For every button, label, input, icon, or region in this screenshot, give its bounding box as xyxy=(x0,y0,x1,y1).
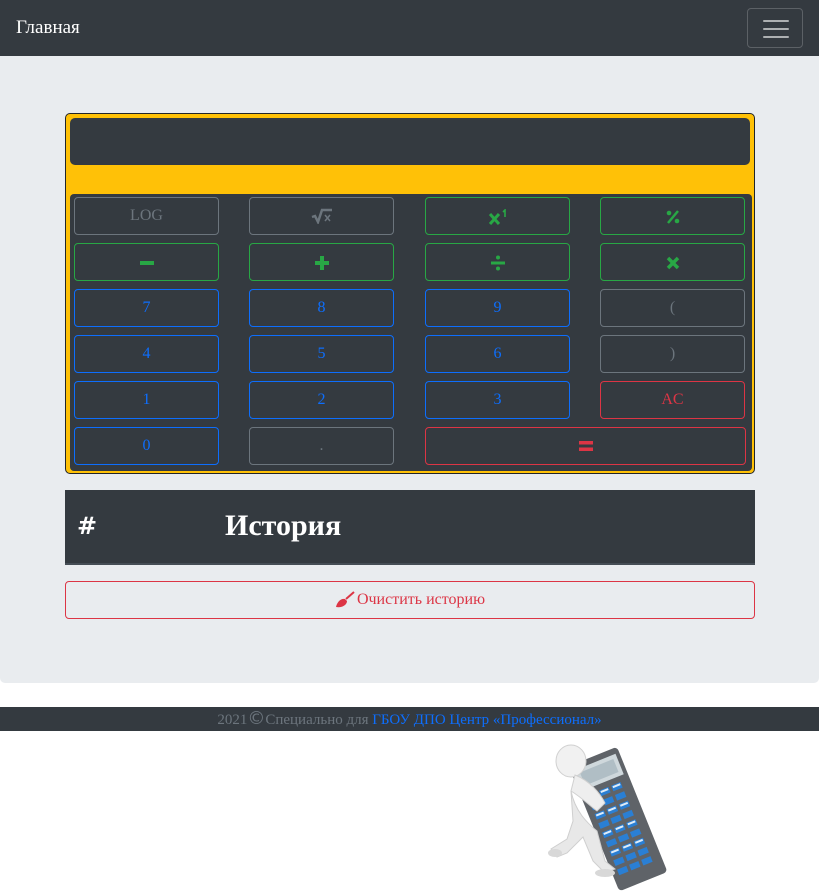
calculator-display xyxy=(70,118,750,165)
equals-icon xyxy=(578,441,593,451)
broom-icon xyxy=(335,591,355,608)
digit-7-button[interactable]: 7 xyxy=(74,289,219,327)
divide-button[interactable] xyxy=(425,243,570,281)
person-carrying-calculator-icon xyxy=(548,744,667,891)
history-table-header: # История xyxy=(65,490,755,565)
plus-icon xyxy=(314,255,329,270)
sqrt-button[interactable] xyxy=(249,197,394,235)
hamburger-icon-line xyxy=(763,28,789,30)
decimal-point-button[interactable]: . xyxy=(249,427,394,465)
digit-0-button[interactable]: 0 xyxy=(74,427,219,465)
digit-3-button[interactable]: 3 xyxy=(425,381,570,419)
calculator-keypad: LOG 7 8 9 (4 5 6) 1 2 3 AC 0 . xyxy=(70,194,752,471)
times-icon xyxy=(666,256,679,269)
digit-6-button[interactable]: 6 xyxy=(425,335,570,373)
clear-history-button[interactable]: Очистить историю xyxy=(65,581,755,619)
close-paren-button[interactable]: ) xyxy=(600,335,745,373)
history-title: История xyxy=(225,509,342,542)
navbar-toggler-button[interactable] xyxy=(747,8,803,48)
digit-8-button[interactable]: 8 xyxy=(249,289,394,327)
history-number-column: # xyxy=(77,512,98,540)
hamburger-icon xyxy=(763,20,789,22)
equals-button[interactable] xyxy=(425,427,746,465)
percent-icon xyxy=(666,209,679,224)
percent-button[interactable] xyxy=(600,197,745,235)
log-button[interactable]: LOG xyxy=(74,197,219,235)
hamburger-icon-line xyxy=(763,36,789,38)
digit-1-button[interactable]: 1 xyxy=(74,381,219,419)
navbar: Главная xyxy=(0,0,819,56)
power-button[interactable] xyxy=(425,197,570,235)
calculator: LOG 7 8 9 (4 5 6) 1 2 3 AC 0 . xyxy=(65,113,755,474)
footer-text: Специально для xyxy=(265,712,373,728)
plus-button[interactable] xyxy=(249,243,394,281)
copyright-icon: © xyxy=(247,708,266,729)
superscript-icon xyxy=(488,207,506,225)
footer-organization-link[interactable]: ГБОУ ДПО Центр «Профессионал» xyxy=(372,712,601,728)
digit-5-button[interactable]: 5 xyxy=(249,335,394,373)
open-paren-button[interactable]: ( xyxy=(600,289,745,327)
multiply-button[interactable] xyxy=(600,243,745,281)
footer: 2021©Специально для ГБОУ ДПО Центр «Проф… xyxy=(0,707,819,731)
minus-button[interactable] xyxy=(74,243,219,281)
digit-4-button[interactable]: 4 xyxy=(74,335,219,373)
square-root-icon xyxy=(311,209,332,226)
footer-year: 2021 xyxy=(217,712,248,728)
all-clear-button[interactable]: AC xyxy=(600,381,745,419)
divide-icon xyxy=(490,255,505,270)
digit-2-button[interactable]: 2 xyxy=(249,381,394,419)
clear-history-label: Очистить историю xyxy=(356,591,486,608)
digit-9-button[interactable]: 9 xyxy=(425,289,570,327)
navbar-brand[interactable]: Главная xyxy=(16,16,80,40)
minus-icon xyxy=(139,260,154,265)
main-container: LOG 7 8 9 (4 5 6) 1 2 3 AC 0 . # Истор… xyxy=(0,56,819,683)
